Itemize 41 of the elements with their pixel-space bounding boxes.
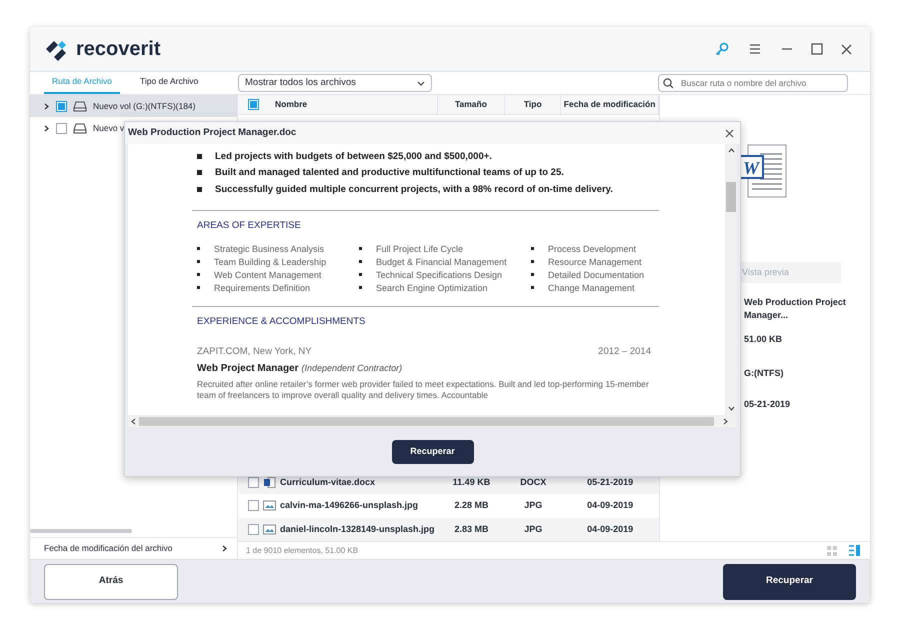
file-name: Curriculum-vitae.docx <box>280 476 376 488</box>
file-date: 05-21-2019 <box>743 398 792 411</box>
skill-text: Requirements Definition <box>214 282 312 294</box>
skill-text: Technical Specifications Design <box>376 269 504 281</box>
file-name: calvin-ma-1496266-unsplash.jpg <box>280 499 418 512</box>
skill-text: Budget & Financial Management <box>376 256 508 268</box>
job-description: Recruited after online retailer’s former web provider failed to meet expectations. Built and led top-performing 15-member team of freelancers to improve overall quality and delivery times. Accountable <box>197 378 650 400</box>
status-text: 1 de 9010 elementos, 51.00 KB <box>245 544 360 556</box>
file-type: JPG <box>523 499 544 512</box>
dialog-title: Web Production Project Manager.doc <box>128 126 298 140</box>
section-heading: EXPERIENCE & ACCOMPLISHMENTS <box>197 315 366 329</box>
section-heading: AREAS OF EXPERTISE <box>197 218 302 233</box>
skill-text: Detailed Documentation <box>548 269 646 281</box>
file-size: 2.28 MB <box>453 499 490 512</box>
file-size: 51.00 KB <box>743 333 784 346</box>
skill-text: Change Management <box>548 282 636 294</box>
file-name: Web Production Project Manager... <box>743 296 847 322</box>
file-location: G:(NTFS) <box>743 366 784 380</box>
file-size: 11.49 KB <box>452 476 492 488</box>
skill-text: Team Building & Leadership <box>214 256 328 268</box>
file-type: DOCX <box>519 476 548 488</box>
file-type: JPG <box>523 522 544 536</box>
file-size: 2.83 MB <box>453 522 490 536</box>
job-note: (Independent Contractor) <box>302 362 402 375</box>
skill-text: Resource Management <box>548 256 643 268</box>
skill-text: Web Content Management <box>214 269 322 281</box>
file-date: 04-09-2019 <box>586 499 634 512</box>
file-date: 05-21-2019 <box>586 476 634 488</box>
highlight-text: Built and managed talented and productive multifunctional teams of up to 25. <box>215 166 564 180</box>
skill-text: Strategic Business Analysis <box>214 243 326 255</box>
company-text: ZAPIT.COM, New York, NY <box>197 345 313 360</box>
skill-text: Full Project Life Cycle <box>376 243 464 255</box>
highlight-text: Successfully guided multiple concurrent projects, with a 98% record of on-time delivery. <box>215 182 613 196</box>
skill-text: Search Engine Optimization <box>376 282 489 294</box>
file-name: daniel-lincoln-1328149-unsplash.jpg <box>280 522 435 536</box>
dates-text: 2012 – 2014 <box>598 345 651 360</box>
skill-text: Process Development <box>548 243 638 255</box>
file-date: 04-09-2019 <box>586 522 634 536</box>
highlight-text: Led projects with budgets of between $25,000 and $500,000+. <box>215 150 492 164</box>
job-title: Web Project Manager <box>197 362 299 376</box>
logo-text: recoverit <box>76 37 160 62</box>
